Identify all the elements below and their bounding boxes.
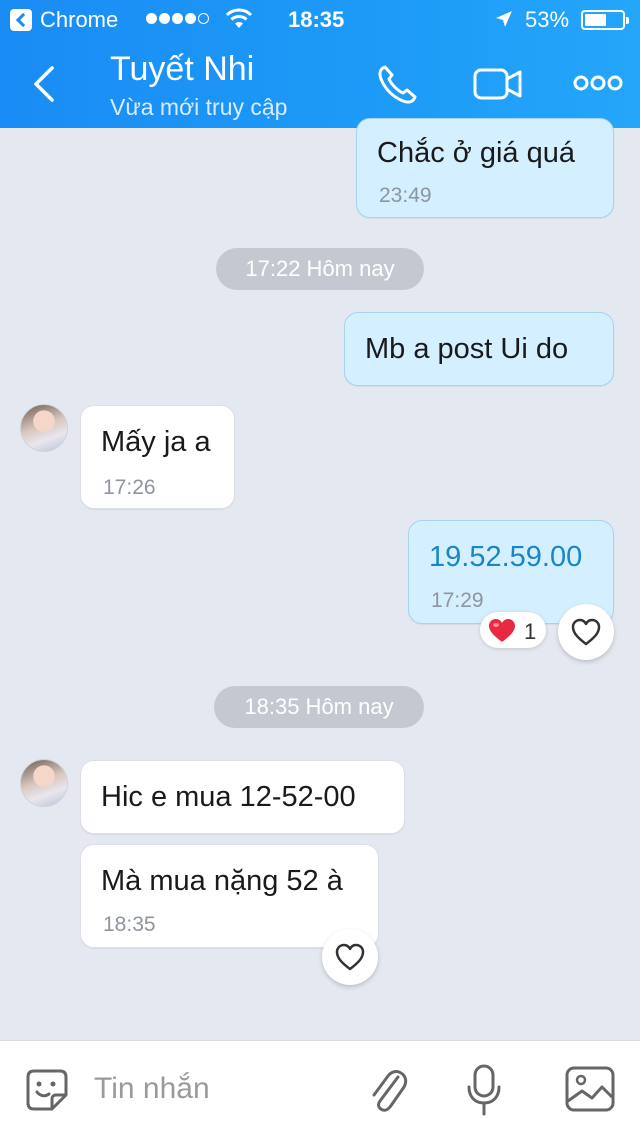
message-bubble-outgoing[interactable]: Chắc ở giá quá 23:49 <box>356 118 614 218</box>
avatar[interactable] <box>20 404 68 452</box>
battery-icon <box>581 10 629 30</box>
message-text[interactable]: 19.52.59.00 <box>429 541 582 574</box>
status-bar: Chrome 18:35 53% <box>0 0 640 40</box>
heart-outline-icon <box>571 618 601 646</box>
attach-icon[interactable] <box>366 1063 410 1115</box>
wifi-icon <box>225 8 253 28</box>
phone-icon[interactable] <box>374 62 420 108</box>
reaction-summary[interactable]: 1 <box>480 612 546 648</box>
message-text: Chắc ở giá quá <box>377 137 575 169</box>
avatar[interactable] <box>20 759 68 807</box>
message-bubble-outgoing[interactable]: Mb a post Ui do <box>344 312 614 386</box>
message-bubble-incoming[interactable]: Mấy ja a 17:26 <box>80 405 235 509</box>
message-text: Mb a post Ui do <box>365 333 569 365</box>
mic-icon[interactable] <box>466 1063 502 1117</box>
message-time: 17:29 <box>431 589 484 612</box>
image-icon[interactable] <box>564 1065 616 1113</box>
back-icon[interactable] <box>28 62 64 106</box>
date-separator: 18:35 Hôm nay <box>214 686 424 728</box>
message-text: Hic e mua 12-52-00 <box>101 781 356 813</box>
message-time: 23:49 <box>379 184 432 207</box>
heart-outline-icon <box>335 943 365 971</box>
signal-icon <box>146 13 209 24</box>
message-composer <box>0 1040 640 1136</box>
react-button[interactable] <box>558 604 614 660</box>
heart-icon <box>489 619 515 642</box>
video-call-icon[interactable] <box>472 62 524 106</box>
react-button[interactable] <box>322 929 378 985</box>
contact-status: Vừa mới truy cập <box>110 94 288 120</box>
date-separator: 17:22 Hôm nay <box>216 248 424 290</box>
location-arrow-icon <box>496 11 512 27</box>
message-text: Mà mua nặng 52 à <box>101 865 343 897</box>
reaction-count: 1 <box>524 619 537 644</box>
sticker-icon[interactable] <box>22 1065 72 1115</box>
more-icon[interactable] <box>573 72 623 94</box>
status-app-name[interactable]: Chrome <box>40 7 118 33</box>
battery-percent: 53% <box>525 7 570 32</box>
return-to-app-icon[interactable] <box>10 9 32 31</box>
message-text: Mấy ja a <box>101 426 211 458</box>
message-time: 18:35 <box>103 913 156 936</box>
status-time: 18:35 <box>288 7 345 32</box>
message-input[interactable] <box>94 1067 344 1111</box>
message-bubble-incoming[interactable]: Hic e mua 12-52-00 <box>80 760 405 834</box>
chat-header: Chrome 18:35 53% Tuyết Nhi Vừa mới truy … <box>0 0 640 128</box>
message-time: 17:26 <box>103 476 156 499</box>
contact-name[interactable]: Tuyết Nhi <box>110 50 254 89</box>
